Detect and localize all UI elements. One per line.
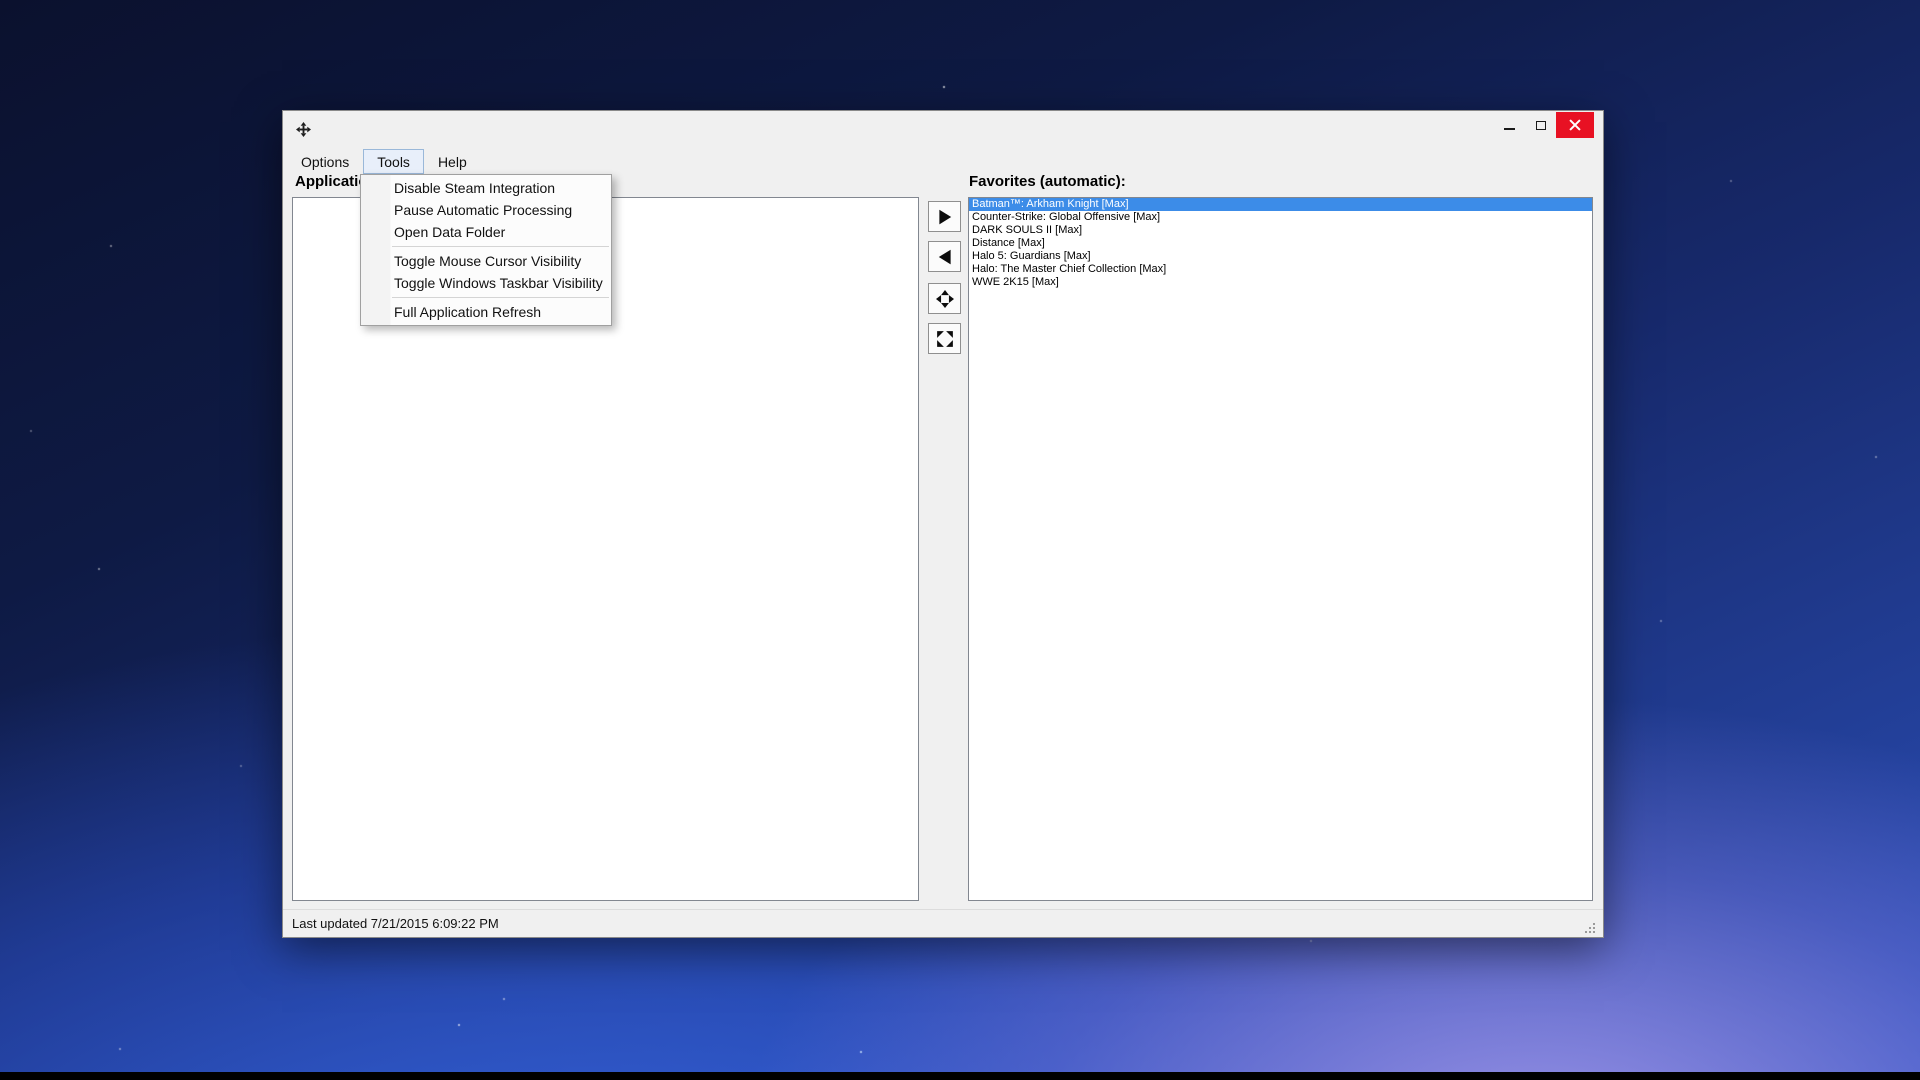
- close-icon: [1569, 119, 1581, 131]
- menu-options[interactable]: Options: [287, 149, 363, 174]
- favorites-item[interactable]: Halo: The Master Chief Collection [Max]: [969, 263, 1592, 276]
- menu-item-open-data-folder[interactable]: Open Data Folder: [361, 221, 611, 243]
- fullscreen-window-button[interactable]: [928, 323, 961, 354]
- minimize-icon: [1504, 128, 1515, 130]
- menu-tools[interactable]: Tools: [363, 149, 424, 174]
- right-triangle-icon: [936, 208, 954, 226]
- menu-separator: [392, 246, 609, 247]
- menu-item-pause-automatic-processing[interactable]: Pause Automatic Processing: [361, 199, 611, 221]
- move-arrows-icon: [295, 121, 312, 138]
- favorites-listbox[interactable]: Batman™: Arkham Knight [Max] Counter-Str…: [968, 197, 1593, 901]
- add-to-favorites-button[interactable]: [928, 201, 961, 232]
- favorites-item[interactable]: DARK SOULS II [Max]: [969, 224, 1592, 237]
- favorites-item[interactable]: Distance [Max]: [969, 237, 1592, 250]
- arrows-out-cardinal-icon: [935, 289, 954, 308]
- menu-help[interactable]: Help: [424, 149, 481, 174]
- transfer-buttons: [928, 201, 961, 354]
- close-button[interactable]: [1556, 112, 1594, 138]
- left-triangle-icon: [936, 248, 954, 266]
- menu-item-toggle-mouse-cursor-visibility[interactable]: Toggle Mouse Cursor Visibility: [361, 250, 611, 272]
- maximize-button[interactable]: [1525, 112, 1556, 138]
- caption-buttons: [1494, 112, 1594, 138]
- menu-item-full-application-refresh[interactable]: Full Application Refresh: [361, 301, 611, 323]
- favorites-item[interactable]: WWE 2K15 [Max]: [969, 276, 1592, 289]
- favorites-item[interactable]: Counter-Strike: Global Offensive [Max]: [969, 211, 1592, 224]
- taskbar-strip: [0, 1072, 1920, 1080]
- maximize-icon: [1535, 120, 1546, 130]
- favorites-item[interactable]: Batman™: Arkham Knight [Max]: [969, 198, 1592, 211]
- minimize-button[interactable]: [1494, 112, 1525, 138]
- statusbar: Last updated 7/21/2015 6:09:22 PM: [283, 909, 1603, 937]
- titlebar[interactable]: [283, 111, 1603, 148]
- menu-item-toggle-windows-taskbar-visibility[interactable]: Toggle Windows Taskbar Visibility: [361, 272, 611, 294]
- remove-from-favorites-button[interactable]: [928, 241, 961, 272]
- menubar: Options Tools Help: [283, 148, 1603, 174]
- desktop-stars: [0, 0, 2, 2]
- menu-item-disable-steam-integration[interactable]: Disable Steam Integration: [361, 177, 611, 199]
- favorites-item[interactable]: Halo 5: Guardians [Max]: [969, 250, 1592, 263]
- app-window: Options Tools Help Disable Steam Integra…: [282, 110, 1604, 938]
- center-window-button[interactable]: [928, 283, 961, 314]
- resize-grip-icon[interactable]: [1583, 921, 1597, 935]
- favorites-label: Favorites (automatic):: [969, 173, 1126, 190]
- arrows-out-diagonal-icon: [936, 330, 954, 348]
- status-text: Last updated 7/21/2015 6:09:22 PM: [292, 916, 499, 931]
- menu-separator: [392, 297, 609, 298]
- tools-dropdown-menu: Disable Steam Integration Pause Automati…: [360, 174, 612, 326]
